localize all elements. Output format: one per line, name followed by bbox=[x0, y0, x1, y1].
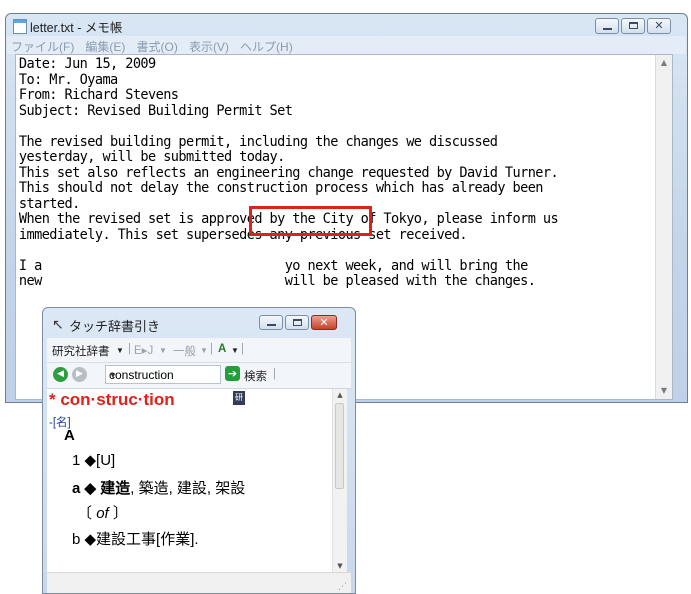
cursor-icon: ↖ bbox=[52, 317, 64, 333]
chevron-down-icon[interactable]: ▼ bbox=[200, 346, 208, 355]
direction-selector[interactable]: E▸J bbox=[134, 343, 153, 357]
chevron-down-icon[interactable]: ▼ bbox=[116, 346, 124, 355]
maximize-icon bbox=[293, 319, 302, 326]
text-line: yesterday, will be submitted today. bbox=[18, 149, 285, 165]
minimize-button[interactable] bbox=[595, 18, 619, 34]
text-line: This set also reflects an engineering ch… bbox=[18, 164, 559, 181]
preposition: of bbox=[96, 505, 109, 522]
text-line bbox=[19, 119, 652, 135]
forward-arrow-icon[interactable]: ▶ bbox=[72, 367, 87, 382]
preposition-note: 〔 of 〕 bbox=[77, 502, 128, 523]
chevron-down-icon[interactable]: ▼ bbox=[159, 346, 167, 355]
scroll-up-icon[interactable]: ▲ bbox=[656, 55, 672, 71]
maximize-button[interactable] bbox=[621, 18, 645, 34]
subsense-main: 建造 bbox=[100, 480, 131, 497]
menu-file[interactable]: ファイル(F) bbox=[11, 38, 74, 55]
close-icon: ✕ bbox=[654, 19, 664, 32]
sense-group: A bbox=[64, 427, 75, 444]
scroll-down-icon[interactable]: ▼ bbox=[333, 562, 347, 570]
dictionary-window: ↖ タッチ辞書引き ✕ 研究社辞書 ▼ | E▸J ▼ 一般 ▼ | A ▼ |… bbox=[42, 307, 356, 594]
text-line: new will be pleased with the changes. bbox=[18, 273, 536, 289]
dictionary-entry-pane[interactable]: * con·struc·tion 研 -[名] A 1 ◆[U] a ◆ 建造,… bbox=[47, 389, 347, 572]
text-line: Date: Jun 15, 2009 bbox=[18, 56, 156, 72]
minimize-icon bbox=[267, 324, 276, 326]
search-button[interactable]: 検索 bbox=[244, 368, 267, 384]
dict-minimize-button[interactable] bbox=[259, 315, 283, 330]
text-line: I a yo next week, and will bring the bbox=[18, 257, 528, 274]
back-arrow-icon[interactable]: ◀ bbox=[53, 367, 68, 382]
text-line: From: Richard Stevens bbox=[18, 87, 179, 103]
highlight-box bbox=[249, 206, 372, 236]
dictionary-statusbar: ⋰ bbox=[47, 572, 351, 593]
menu-help[interactable]: ヘルプ(H) bbox=[240, 38, 293, 55]
subsense-b: b ◆建設工事[作業]. bbox=[72, 531, 199, 548]
notepad-titlebar[interactable]: letter.txt - メモ帳 ✕ bbox=[6, 14, 687, 36]
text-line: This should not delay the construction p… bbox=[18, 180, 544, 196]
menu-view[interactable]: 表示(V) bbox=[189, 38, 229, 55]
toolbar-separator: | bbox=[128, 343, 131, 355]
scroll-down-icon[interactable]: ▼ bbox=[656, 383, 672, 399]
close-button[interactable]: ✕ bbox=[647, 18, 671, 34]
scope-selector[interactable]: 一般 bbox=[173, 343, 196, 359]
dictionary-selector[interactable]: 研究社辞書 bbox=[52, 343, 110, 359]
subsense-rest: , 築造, 建設, 架設 bbox=[130, 480, 246, 497]
dict-maximize-button[interactable] bbox=[285, 315, 309, 330]
text-line: The revised building permit, including t… bbox=[18, 133, 498, 150]
search-arrow-icon[interactable]: ➔ bbox=[225, 366, 240, 381]
notepad-app-icon bbox=[13, 19, 27, 34]
notepad-menubar: ファイル(F) 編集(E) 書式(O) 表示(V) ヘルプ(H) bbox=[7, 36, 686, 54]
menu-format[interactable]: 書式(O) bbox=[137, 38, 178, 55]
font-size-icon[interactable]: A bbox=[218, 343, 226, 355]
dictionary-toolbar: 研究社辞書 ▼ | E▸J ▼ 一般 ▼ | A ▼ | bbox=[47, 338, 351, 363]
close-icon: ✕ bbox=[319, 316, 329, 329]
scroll-up-icon[interactable]: ▲ bbox=[333, 391, 347, 399]
text-line: Subject: Revised Building Permit Set bbox=[18, 102, 293, 119]
notepad-scrollbar[interactable]: ▲ ▼ bbox=[655, 55, 672, 399]
toolbar-separator: | bbox=[210, 343, 213, 355]
toolbar-separator: | bbox=[273, 368, 276, 380]
subsense-a: a ◆ 建造, 築造, 建設, 架設 bbox=[72, 477, 245, 498]
sense-number: 1 ◆[U] bbox=[72, 452, 116, 469]
scroll-thumb[interactable] bbox=[335, 403, 344, 489]
dict-close-button[interactable]: ✕ bbox=[311, 315, 337, 330]
headword: * con·struc·tion bbox=[49, 390, 175, 409]
text-line bbox=[19, 243, 652, 259]
bracket-close: 〕 bbox=[112, 505, 128, 522]
minimize-icon bbox=[603, 28, 612, 30]
dictionary-scrollbar[interactable]: ▲ ▼ bbox=[332, 389, 347, 572]
dictionary-title: タッチ辞書引き bbox=[69, 319, 161, 334]
notepad-title: letter.txt - メモ帳 bbox=[30, 21, 123, 35]
letter-text: Date: Jun 15, 2009 To: Mr. Oyama From: R… bbox=[16, 55, 652, 290]
search-toolbar: ◀ ▶ construction ▼ ➔ 検索 | bbox=[47, 363, 351, 389]
toolbar-separator: | bbox=[241, 343, 244, 355]
resize-grip-icon[interactable]: ⋰ bbox=[338, 582, 347, 592]
search-input[interactable]: construction ▼ bbox=[105, 365, 221, 384]
bracket-open: 〔 bbox=[77, 505, 93, 522]
maximize-icon bbox=[629, 22, 638, 29]
chevron-down-icon[interactable]: ▼ bbox=[231, 346, 239, 355]
dictionary-titlebar[interactable]: ↖ タッチ辞書引き ✕ bbox=[43, 308, 355, 338]
chevron-down-icon[interactable]: ▼ bbox=[109, 371, 217, 380]
kenkyusha-icon: 研 bbox=[233, 391, 245, 405]
text-line: To: Mr. Oyama bbox=[18, 71, 118, 88]
menu-edit[interactable]: 編集(E) bbox=[85, 38, 125, 55]
subsense-label: a ◆ bbox=[72, 480, 97, 497]
